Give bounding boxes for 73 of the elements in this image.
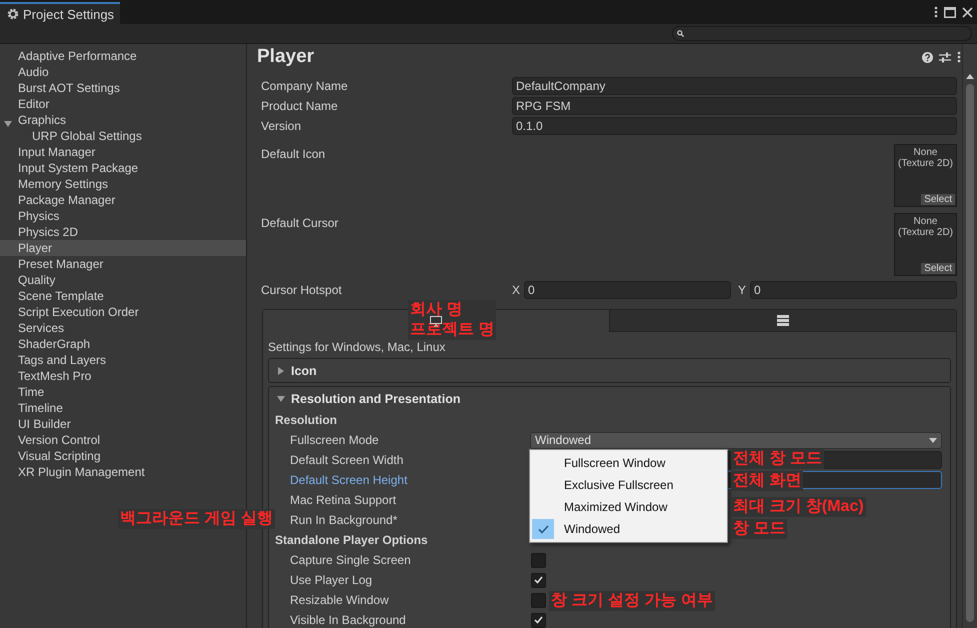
field-label: Version (261, 119, 302, 133)
field-label: Default Cursor (261, 216, 340, 230)
window-tab[interactable]: Project Settings (0, 2, 120, 24)
window-title: Project Settings (23, 6, 114, 22)
annotation-text: 백그라운드 게임 실행 (118, 509, 275, 529)
menu-item[interactable]: Windowed (530, 518, 727, 540)
field-label: Default Screen Height (289, 473, 408, 487)
fullscreen-mode-dropdown[interactable]: Windowed (530, 432, 942, 448)
platform-caption: Settings for Windows, Mac, Linux (268, 340, 446, 354)
menu-item[interactable]: Fullscreen Window (530, 452, 727, 474)
y-label: Y (738, 283, 746, 297)
sidebar-item[interactable]: Burst AOT Settings (0, 80, 246, 96)
annotation-text: 전체 화면 (731, 471, 804, 491)
text-field[interactable]: DefaultCompany (512, 77, 957, 95)
text-field[interactable]: RPG FSM (512, 97, 957, 115)
sidebar-item[interactable]: TextMesh Pro (0, 368, 246, 384)
sidebar-item[interactable]: Preset Manager (0, 256, 246, 272)
annotation-text: 회사 명 프로젝트 명 (408, 300, 496, 340)
field-label: Product Name (261, 99, 339, 113)
number-field[interactable]: 0 (524, 281, 731, 299)
sidebar-item[interactable]: Input Manager (0, 144, 246, 160)
select-button[interactable]: Select (920, 193, 956, 206)
field-label: Capture Single Screen (289, 553, 412, 567)
section-heading: Standalone Player Options (275, 533, 429, 547)
annotation-text: 최대 크기 창(Mac) (731, 497, 866, 517)
sidebar-item[interactable]: Visual Scripting (0, 448, 246, 464)
field-label: Mac Retina Support (289, 493, 398, 507)
sidebar-item[interactable]: Input System Package (0, 160, 246, 176)
sidebar-item[interactable]: Audio (0, 64, 246, 80)
sidebar-item[interactable]: Quality (0, 272, 246, 288)
annotation-text: 전체 창 모드 (731, 449, 824, 469)
sidebar-item[interactable]: Time (0, 384, 246, 400)
sidebar-item[interactable]: Timeline (0, 400, 246, 416)
menu-item[interactable]: Exclusive Fullscreen (530, 474, 727, 496)
sidebar-item[interactable]: Player (0, 240, 246, 256)
menu-item[interactable]: Maximized Window (530, 496, 727, 518)
section-title[interactable]: Resolution and Presentation (291, 392, 460, 406)
sidebar-item[interactable]: Physics (0, 208, 246, 224)
sidebar-item[interactable]: Adaptive Performance (0, 48, 246, 64)
sidebar-item[interactable]: Editor (0, 96, 246, 112)
sidebar-item[interactable]: ShaderGraph (0, 336, 246, 352)
sidebar-item[interactable]: UI Builder (0, 416, 246, 432)
sidebar-item[interactable]: Scene Template (0, 288, 246, 304)
field-label: Run In Background* (289, 513, 398, 527)
sidebar-item[interactable]: Script Execution Order (0, 304, 246, 320)
number-field[interactable]: 0 (750, 281, 957, 299)
field-label: Default Icon (261, 147, 326, 161)
sidebar-item[interactable]: XR Plugin Management (0, 464, 246, 480)
annotation-text: 창 모드 (731, 519, 788, 539)
field-label: Use Player Log (289, 573, 374, 587)
sidebar-item[interactable]: Tags and Layers (0, 352, 246, 368)
field-label: Cursor Hotspot (261, 283, 343, 297)
x-label: X (512, 283, 520, 297)
field-label: Fullscreen Mode (289, 433, 380, 447)
field-label: Default Screen Width (289, 453, 404, 467)
texture-picker[interactable]: None (Texture 2D) Select (894, 144, 957, 207)
texture-picker[interactable]: None (Texture 2D) Select (894, 213, 957, 276)
text-field[interactable]: 0.1.0 (512, 117, 957, 135)
annotation-text: 창 크기 설정 가능 여부 (549, 591, 715, 611)
sidebar-item[interactable]: URP Global Settings (0, 128, 246, 144)
field-label: Company Name (261, 79, 349, 93)
section-heading: Resolution (275, 413, 338, 427)
sidebar-item[interactable]: Memory Settings (0, 176, 246, 192)
field-label: Visible In Background (289, 613, 407, 627)
inspector-title: Player (257, 46, 314, 68)
sidebar-item[interactable]: Graphics (0, 112, 246, 128)
sidebar-item[interactable]: Services (0, 320, 246, 336)
field-label: Resizable Window (289, 593, 390, 607)
sidebar-item[interactable]: Package Manager (0, 192, 246, 208)
sidebar-item[interactable]: Version Control (0, 432, 246, 448)
select-button[interactable]: Select (920, 262, 956, 275)
sidebar-item[interactable]: Physics 2D (0, 224, 246, 240)
section-title[interactable]: Icon (291, 364, 317, 378)
